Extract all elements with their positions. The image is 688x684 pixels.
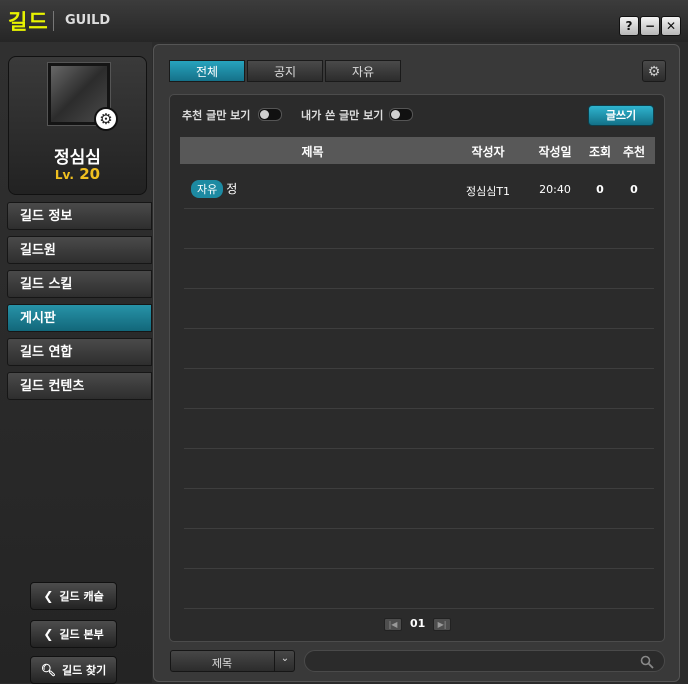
table-row: [184, 369, 654, 409]
board-settings-icon[interactable]: ⚙: [642, 60, 666, 82]
recommended-filter-toggle[interactable]: [258, 108, 282, 121]
chevron-left-icon: ❮: [43, 589, 54, 603]
pagination: |◀ 01 ▶|: [170, 617, 664, 631]
help-button[interactable]: ?: [619, 16, 639, 36]
guild-castle-button[interactable]: ❮ 길드 캐슬: [30, 582, 117, 610]
write-post-button[interactable]: 글쓰기: [588, 105, 654, 126]
column-views: 조회: [588, 145, 612, 159]
sidebar-menu: 길드 정보 길드원 길드 스킬 게시판 길드 연합 길드 컨텐츠: [7, 202, 152, 406]
my-posts-filter-label: 내가 쓴 글만 보기: [301, 109, 384, 122]
table-row: [184, 409, 654, 449]
search-category-select[interactable]: 제목 ⌄: [170, 650, 295, 672]
tab-notice[interactable]: 공지: [247, 60, 323, 82]
title-divider: [53, 11, 54, 31]
post-title: 정: [226, 182, 238, 196]
table-row: [184, 449, 654, 489]
sidebar-item-skills[interactable]: 길드 스킬: [7, 270, 152, 298]
chevron-left-icon: ❮: [43, 627, 54, 641]
next-page-icon[interactable]: ▶|: [433, 618, 451, 631]
category-badge: 자유: [191, 180, 224, 198]
my-posts-filter-toggle[interactable]: [389, 108, 413, 121]
board-list: 추천 글만 보기 내가 쓴 글만 보기 글쓰기 제목 작성자 작성일 조회 추천…: [169, 94, 665, 642]
table-row: [184, 489, 654, 529]
guild-find-label: 길드 찾기: [61, 664, 107, 677]
minimize-button[interactable]: −: [640, 16, 660, 36]
guild-castle-label: 길드 캐슬: [59, 590, 104, 603]
guild-hq-button[interactable]: ❮ 길드 본부: [30, 620, 117, 648]
post-title-cell: 자유 정: [191, 180, 237, 198]
sidebar-item-members[interactable]: 길드원: [7, 236, 152, 264]
sidebar-item-board[interactable]: 게시판: [7, 304, 152, 332]
search-input[interactable]: [304, 650, 665, 672]
column-author: 작성자: [471, 145, 505, 159]
table-row: [184, 289, 654, 329]
level-prefix: Lv.: [54, 168, 74, 182]
guild-hq-label: 길드 본부: [59, 628, 104, 641]
sidebar-item-alliance[interactable]: 길드 연합: [7, 338, 152, 366]
guild-level: Lv. 20: [9, 165, 146, 183]
sidebar: ⚙ 정심심 Lv. 20 길드 정보 길드원 길드 스킬 게시판 길드 연합 길…: [0, 42, 152, 684]
prev-page-icon[interactable]: |◀: [384, 618, 402, 631]
table-row[interactable]: 자유 정 정심심T1 20:40 0 0: [184, 169, 654, 209]
window-subtitle: GUILD: [65, 13, 111, 28]
board-panel: 전체 공지 자유 ⚙ 추천 글만 보기 내가 쓴 글만 보기 글쓰기 제목 작성…: [153, 44, 680, 682]
guild-find-button[interactable]: 🔍︎ 길드 찾기: [30, 656, 117, 684]
search-icon: 🔍︎: [40, 663, 56, 677]
sidebar-item-guild-info[interactable]: 길드 정보: [7, 202, 152, 230]
tab-free[interactable]: 자유: [325, 60, 401, 82]
search-icon[interactable]: [640, 655, 654, 669]
post-likes: 0: [630, 183, 638, 196]
table-row: [184, 529, 654, 569]
search-category-value: 제목: [211, 657, 233, 670]
tab-all[interactable]: 전체: [169, 60, 245, 82]
column-likes: 추천: [622, 145, 646, 159]
emblem-settings-icon[interactable]: ⚙: [94, 107, 118, 131]
column-date: 작성일: [538, 145, 572, 159]
table-row: [184, 569, 654, 609]
guild-profile-card: ⚙ 정심심 Lv. 20: [8, 56, 147, 195]
post-author: 정심심T1: [465, 185, 511, 198]
table-row: [184, 209, 654, 249]
table-row: [184, 249, 654, 289]
current-page: 01: [410, 617, 426, 630]
window-title: 길드: [8, 10, 49, 34]
chevron-down-icon: ⌄: [280, 653, 290, 664]
recommended-filter-label: 추천 글만 보기: [182, 109, 251, 122]
table-header: 제목 작성자 작성일 조회 추천: [180, 137, 655, 164]
sidebar-item-contents[interactable]: 길드 컨텐츠: [7, 372, 152, 400]
post-date: 20:40: [539, 183, 571, 196]
table-row: [184, 329, 654, 369]
level-value: 20: [79, 165, 101, 183]
post-views: 0: [596, 183, 604, 196]
title-bar: 길드 GUILD ? − ✕: [0, 0, 688, 42]
close-button[interactable]: ✕: [661, 16, 681, 36]
column-title: 제목: [301, 145, 324, 159]
